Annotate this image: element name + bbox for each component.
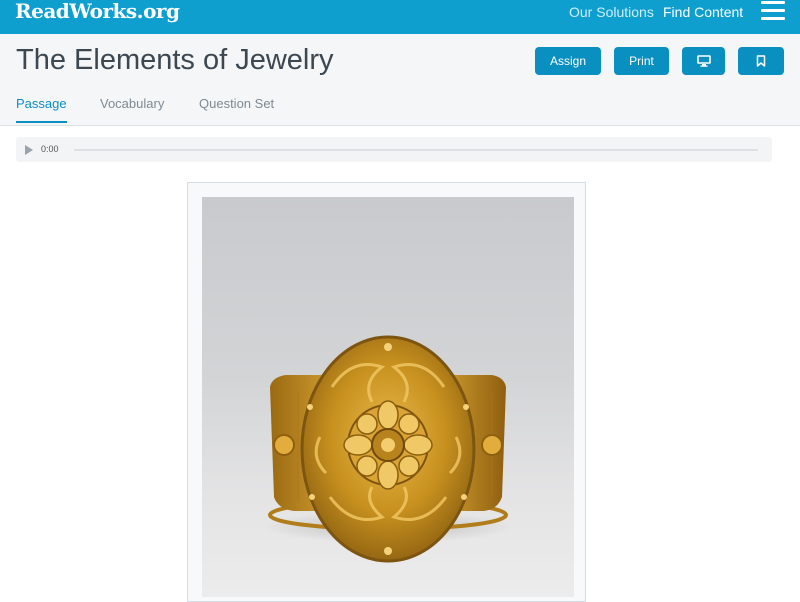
audio-player: 0:00 [16,137,772,162]
passage-tabs: Passage Vocabulary Question Set [0,96,800,125]
passage-header: The Elements of Jewelry Assign Print Pas… [0,34,800,126]
bookmark-button[interactable] [738,47,784,75]
tab-question-set[interactable]: Question Set [199,96,274,122]
hamburger-menu-icon[interactable] [761,1,785,21]
play-icon[interactable] [25,145,33,155]
passage-image [202,197,574,597]
page-title: The Elements of Jewelry [16,44,334,76]
gold-bracelet-illustration [263,335,513,563]
nav-find-content-link[interactable]: Find Content [663,4,743,20]
audio-time: 0:00 [41,144,59,154]
passage-image-frame [187,182,586,602]
monitor-icon [696,55,711,67]
hamburger-line [761,9,785,12]
top-navigation-bar: ReadWorks.org Our Solutions Find Content [0,0,800,34]
present-button[interactable] [682,47,725,75]
audio-progress-track[interactable] [74,149,758,151]
readworks-logo[interactable]: ReadWorks.org [15,0,180,22]
nav-our-solutions-link[interactable]: Our Solutions [569,4,654,20]
tab-passage[interactable]: Passage [16,96,67,123]
hamburger-line [761,1,785,4]
assign-button[interactable]: Assign [535,47,601,75]
hamburger-line [761,17,785,20]
print-button[interactable]: Print [614,47,669,75]
bookmark-icon [756,55,766,67]
tab-vocabulary[interactable]: Vocabulary [100,96,164,122]
